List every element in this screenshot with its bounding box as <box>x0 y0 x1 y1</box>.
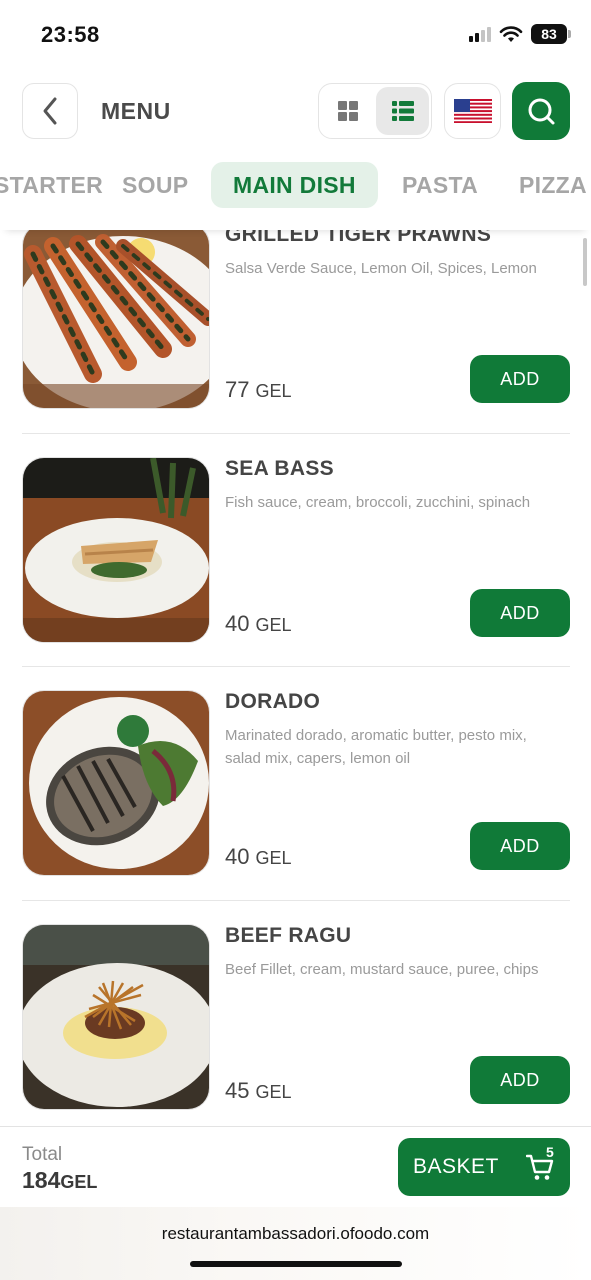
home-indicator[interactable] <box>190 1261 402 1267</box>
dish-name: GRILLED TIGER PRAWNS <box>225 230 492 246</box>
language-button[interactable] <box>444 83 501 139</box>
dish-description: Salsa Verde Sauce, Lemon Oil, Spices, Le… <box>225 260 537 277</box>
category-tabs: STARTER SOUP MAIN DISH PASTA PIZZA <box>0 162 591 210</box>
dish-description: Fish sauce, cream, broccoli, zucchini, s… <box>225 494 531 511</box>
dish-name: SEA BASS <box>225 457 334 480</box>
price-currency: GEL <box>255 1082 292 1102</box>
battery-indicator: 83 <box>531 24 571 44</box>
dish-name: DORADO <box>225 690 321 713</box>
dish-description: Marinated dorado, aromatic butter, pesto… <box>225 727 527 767</box>
menu-item: BEEF RAGU Beef Fillet, cream, mustard sa… <box>22 924 570 1110</box>
menu-item: SEA BASS Fish sauce, cream, broccoli, zu… <box>22 457 570 643</box>
tab-main-dish[interactable]: MAIN DISH <box>211 162 378 208</box>
header: MENU <box>0 82 591 140</box>
search-icon <box>528 98 555 125</box>
total-value: 184GEL <box>22 1167 97 1194</box>
status-icons: 83 <box>469 24 571 44</box>
basket-button[interactable]: BASKET 5 <box>398 1138 570 1196</box>
divider <box>22 666 570 667</box>
price-amount: 77 <box>225 377 250 402</box>
total-currency: GEL <box>60 1172 98 1192</box>
tab-pasta[interactable]: PASTA <box>402 162 478 208</box>
menu-item: GRILLED TIGER PRAWNS Salsa Verde Sauce, … <box>22 230 570 409</box>
dish-photo-dorado <box>22 690 210 876</box>
signal-icon <box>469 26 491 42</box>
view-toggle <box>318 83 432 139</box>
total-amount: 184 <box>22 1167 61 1193</box>
tab-soup[interactable]: SOUP <box>122 162 188 208</box>
divider <box>22 433 570 434</box>
us-flag-icon <box>453 99 492 123</box>
add-button[interactable]: ADD <box>470 1056 570 1104</box>
price-currency: GEL <box>255 848 292 868</box>
back-button[interactable] <box>22 83 78 139</box>
status-bar: 23:58 83 <box>0 0 591 70</box>
basket-label: BASKET <box>413 1155 499 1178</box>
add-button[interactable]: ADD <box>470 822 570 870</box>
price-currency: GEL <box>255 615 292 635</box>
price-amount: 40 <box>225 611 250 636</box>
dish-price: 40 GEL <box>225 611 292 637</box>
tab-pizza[interactable]: PIZZA <box>519 162 587 208</box>
price-currency: GEL <box>255 381 292 401</box>
dish-photo-beef-ragu <box>22 924 210 1110</box>
browser-url-bar[interactable]: restaurantambassadori.ofoodo.com <box>0 1207 591 1280</box>
list-view-button[interactable] <box>376 87 429 135</box>
divider <box>22 900 570 901</box>
scrollbar[interactable] <box>583 238 587 286</box>
dish-price: 40 GEL <box>225 844 292 870</box>
menu-item: DORADO Marinated dorado, aromatic butter… <box>22 690 570 876</box>
basket-bar: Total 184GEL BASKET 5 <box>0 1126 591 1206</box>
chevron-left-icon <box>43 97 57 125</box>
price-amount: 45 <box>225 1078 250 1103</box>
page-title: MENU <box>101 98 171 124</box>
price-amount: 40 <box>225 844 250 869</box>
menu-list[interactable]: GRILLED TIGER PRAWNS Salsa Verde Sauce, … <box>0 230 591 1125</box>
status-time: 23:58 <box>41 22 100 47</box>
dish-name: BEEF RAGU <box>225 924 352 947</box>
add-button[interactable]: ADD <box>470 355 570 403</box>
total-label: Total <box>22 1144 63 1165</box>
url-text: restaurantambassadori.ofoodo.com <box>161 1224 430 1243</box>
tab-starter[interactable]: STARTER <box>0 162 103 208</box>
dish-description: Beef Fillet, cream, mustard sauce, puree… <box>225 961 539 978</box>
dish-price: 45 GEL <box>225 1078 292 1104</box>
add-button[interactable]: ADD <box>470 589 570 637</box>
grid-view-button[interactable] <box>323 88 373 134</box>
wifi-icon <box>499 26 523 42</box>
tabs-shadow <box>0 212 591 230</box>
search-button[interactable] <box>512 82 570 140</box>
grid-icon <box>338 101 358 121</box>
dish-photo-sea-bass <box>22 457 210 643</box>
basket-count-badge: 5 <box>546 1144 554 1160</box>
list-icon <box>391 101 414 121</box>
dish-photo-prawns <box>22 230 210 409</box>
dish-price: 77 GEL <box>225 377 292 403</box>
